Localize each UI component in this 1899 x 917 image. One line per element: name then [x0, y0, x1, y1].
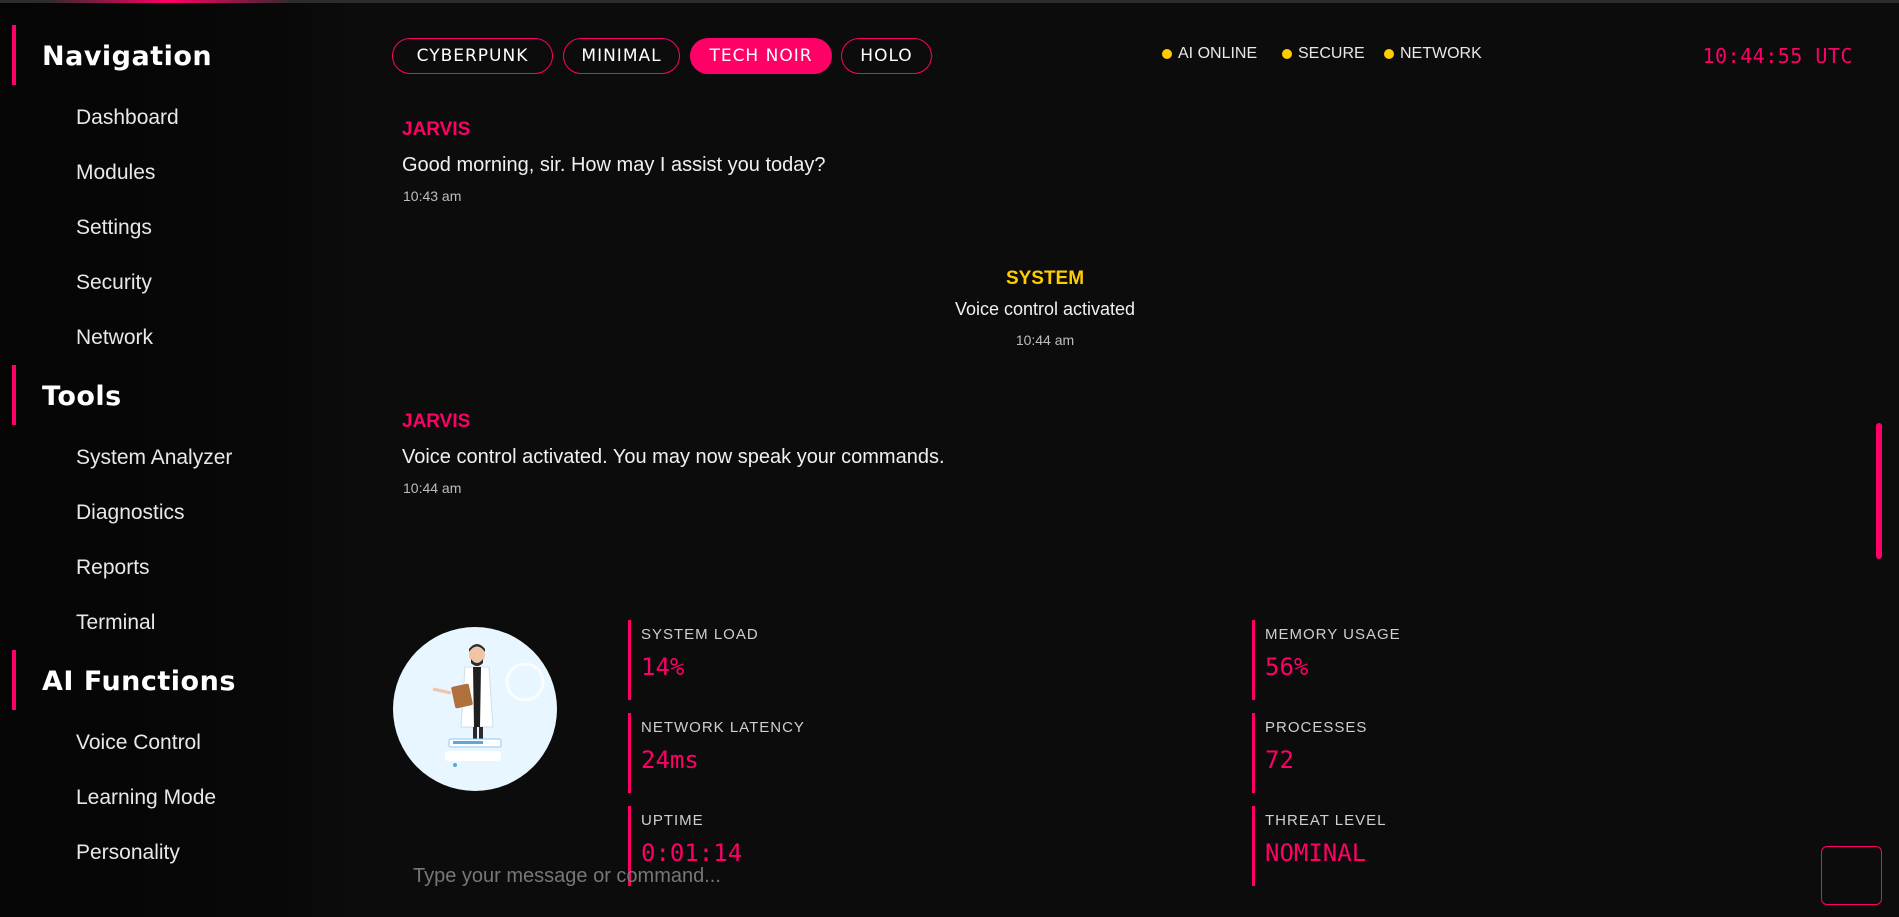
sidebar-item-settings[interactable]: Settings [76, 216, 152, 240]
status-label: NETWORK [1400, 45, 1482, 62]
assistant-avatar [393, 627, 557, 791]
status-dot [1282, 49, 1292, 59]
message-sender: SYSTEM [1005, 268, 1085, 289]
stat-label: UPTIME [641, 812, 704, 829]
theme-button-minimal[interactable]: MINIMAL [563, 38, 680, 74]
stat-label: THREAT LEVEL [1265, 812, 1387, 829]
stat-value: 24ms [641, 746, 699, 774]
section-title-navigation: Navigation [42, 41, 213, 72]
stat-value: 56% [1265, 653, 1309, 681]
chat-scrollbar[interactable] [1876, 423, 1882, 559]
sidebar-item-diagnostics[interactable]: Diagnostics [76, 501, 185, 525]
status-ai-online: AI ONLINE [1162, 45, 1257, 63]
section-marker [12, 650, 16, 710]
doctor-avatar [432, 644, 545, 767]
section-title-ai-functions: AI Functions [42, 666, 236, 697]
theme-button-holo[interactable]: HOLO [841, 38, 932, 74]
clock: 10:44:55 UTC [1702, 44, 1853, 68]
sidebar-item-voice-control[interactable]: Voice Control [76, 731, 201, 755]
sidebar-item-network[interactable]: Network [76, 326, 153, 350]
message-input[interactable] [400, 855, 1800, 897]
stat-value: 72 [1265, 746, 1294, 774]
stat-label: PROCESSES [1265, 719, 1368, 736]
status-dot [1162, 49, 1172, 59]
send-button[interactable] [1821, 846, 1882, 905]
stat-processes: PROCESSES 72 [1252, 713, 1852, 793]
sidebar-item-dashboard[interactable]: Dashboard [76, 106, 179, 130]
status-dot [1384, 49, 1394, 59]
sidebar-item-reports[interactable]: Reports [76, 556, 150, 580]
stat-network-latency: NETWORK LATENCY 24ms [628, 713, 1228, 793]
status-network: NETWORK [1384, 45, 1482, 63]
theme-button-cyberpunk[interactable]: CYBERPUNK [392, 38, 553, 74]
sidebar: Navigation Dashboard Modules Settings Se… [0, 3, 344, 917]
stat-value: 14% [641, 653, 685, 681]
message-text: Voice control activated. You may now spe… [402, 446, 945, 468]
section-marker [12, 365, 16, 425]
message-time: 10:44 am [403, 480, 462, 496]
sidebar-item-terminal[interactable]: Terminal [76, 611, 155, 635]
message-text: Good morning, sir. How may I assist you … [402, 154, 826, 176]
stat-label: SYSTEM LOAD [641, 626, 759, 643]
status-secure: SECURE [1282, 45, 1365, 63]
sidebar-item-modules[interactable]: Modules [76, 161, 155, 185]
stat-system-load: SYSTEM LOAD 14% [628, 620, 1228, 700]
message-text: Voice control activated [954, 299, 1136, 319]
status-label: AI ONLINE [1178, 45, 1258, 62]
stat-memory-usage: MEMORY USAGE 56% [1252, 620, 1852, 700]
sidebar-item-security[interactable]: Security [76, 271, 152, 295]
section-title-tools: Tools [42, 381, 122, 412]
stat-label: NETWORK LATENCY [641, 719, 805, 736]
stat-label: MEMORY USAGE [1265, 626, 1401, 643]
message-time: 10:43 am [403, 188, 462, 204]
status-label: SECURE [1298, 45, 1365, 62]
section-marker [12, 25, 16, 85]
message-sender: JARVIS [402, 119, 471, 140]
sidebar-item-system-analyzer[interactable]: System Analyzer [76, 446, 232, 470]
sidebar-item-personality[interactable]: Personality [76, 841, 180, 865]
theme-button-tech-noir[interactable]: TECH NOIR [690, 38, 832, 74]
sidebar-item-learning-mode[interactable]: Learning Mode [76, 786, 216, 810]
message-sender: JARVIS [402, 411, 471, 432]
message-time: 10:44 am [1015, 332, 1075, 348]
